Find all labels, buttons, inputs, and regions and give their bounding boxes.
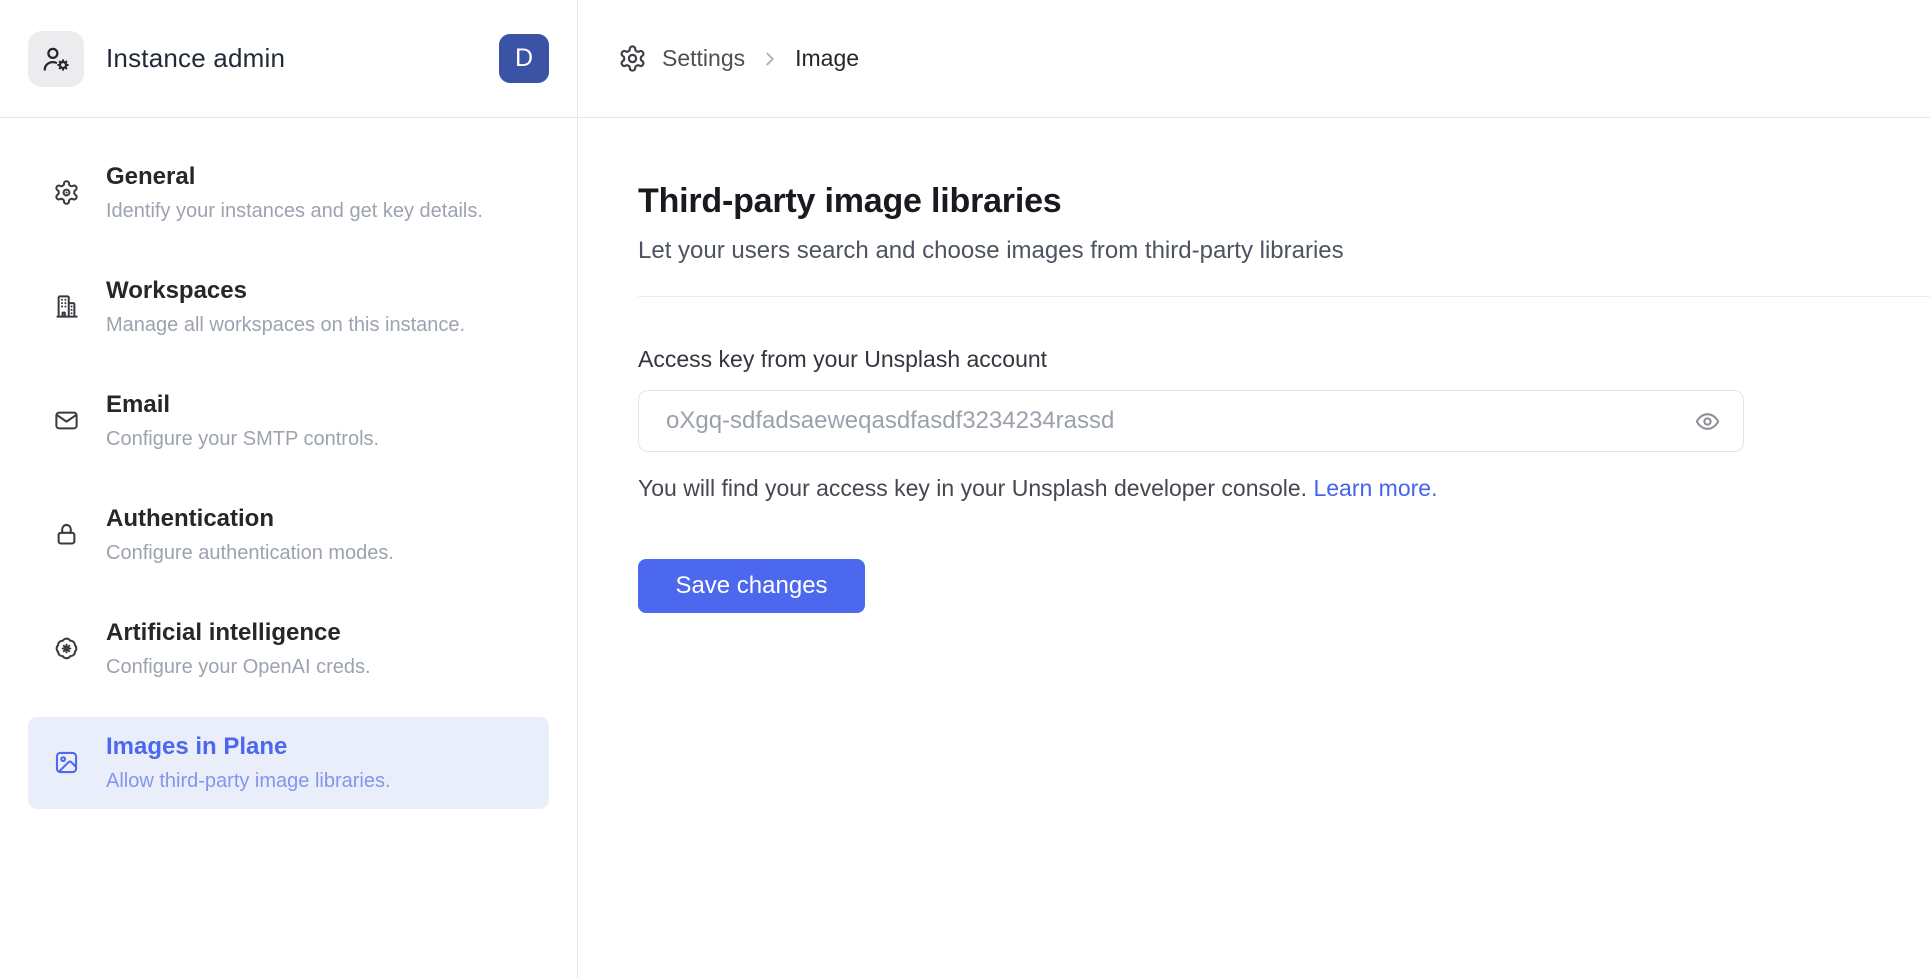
eye-icon[interactable] xyxy=(1690,404,1724,438)
instance-admin-app: Instance admin D General Identify your i… xyxy=(0,0,1930,978)
helper-text-body: You will find your access key in your Un… xyxy=(638,475,1307,501)
breadcrumb-settings[interactable]: Settings xyxy=(662,45,745,72)
sidebar-item-description: Identify your instances and get key deta… xyxy=(106,199,483,223)
ai-cog-icon xyxy=(53,635,80,662)
sidebar-item-images-in-plane[interactable]: Images in Plane Allow third-party image … xyxy=(28,717,549,809)
sidebar-item-label: General xyxy=(106,162,483,192)
sidebar-item-artificial-intelligence[interactable]: Artificial intelligence Configure your O… xyxy=(28,603,549,695)
section-divider xyxy=(638,296,1930,297)
sidebar-item-description: Configure your OpenAI creds. xyxy=(106,655,371,679)
page-subtitle: Let your users search and choose images … xyxy=(638,237,1930,265)
sidebar-item-label: Images in Plane xyxy=(106,732,391,762)
building-icon xyxy=(53,293,80,320)
sidebar-item-general[interactable]: General Identify your instances and get … xyxy=(28,147,549,239)
lock-icon xyxy=(53,521,80,548)
access-key-input-wrap xyxy=(638,390,1744,452)
chevron-right-icon xyxy=(759,48,781,70)
settings-content: Third-party image libraries Let your use… xyxy=(578,118,1930,613)
breadcrumb-current: Image xyxy=(795,45,859,72)
sidebar-item-description: Allow third-party image libraries. xyxy=(106,769,391,793)
sidebar-item-email[interactable]: Email Configure your SMTP controls. xyxy=(28,375,549,467)
save-button[interactable]: Save changes xyxy=(638,559,865,613)
breadcrumb: Settings Image xyxy=(578,0,1930,118)
helper-text: You will find your access key in your Un… xyxy=(638,475,1930,502)
sidebar-item-description: Configure authentication modes. xyxy=(106,541,394,565)
user-avatar[interactable]: D xyxy=(499,34,549,83)
sidebar: Instance admin D General Identify your i… xyxy=(0,0,578,978)
access-key-label: Access key from your Unsplash account xyxy=(638,346,1930,373)
access-key-input[interactable] xyxy=(638,390,1744,452)
sidebar-header: Instance admin D xyxy=(0,0,577,118)
app-title: Instance admin xyxy=(106,43,285,74)
sidebar-item-label: Workspaces xyxy=(106,276,465,306)
sidebar-item-authentication[interactable]: Authentication Configure authentication … xyxy=(28,489,549,581)
sidebar-item-workspaces[interactable]: Workspaces Manage all workspaces on this… xyxy=(28,261,549,353)
sidebar-item-description: Configure your SMTP controls. xyxy=(106,427,379,451)
page-title: Third-party image libraries xyxy=(638,182,1930,221)
image-icon xyxy=(53,749,80,776)
sidebar-nav: General Identify your instances and get … xyxy=(0,118,577,838)
sidebar-item-label: Authentication xyxy=(106,504,394,534)
sidebar-item-label: Artificial intelligence xyxy=(106,618,371,648)
learn-more-link[interactable]: Learn more. xyxy=(1313,475,1437,501)
user-cog-icon xyxy=(28,31,84,87)
main-panel: Settings Image Third-party image librari… xyxy=(578,0,1930,978)
cog-icon xyxy=(53,179,80,206)
sidebar-item-description: Manage all workspaces on this instance. xyxy=(106,313,465,337)
sidebar-item-label: Email xyxy=(106,390,379,420)
settings-gear-icon xyxy=(618,44,647,73)
mail-icon xyxy=(53,407,80,434)
